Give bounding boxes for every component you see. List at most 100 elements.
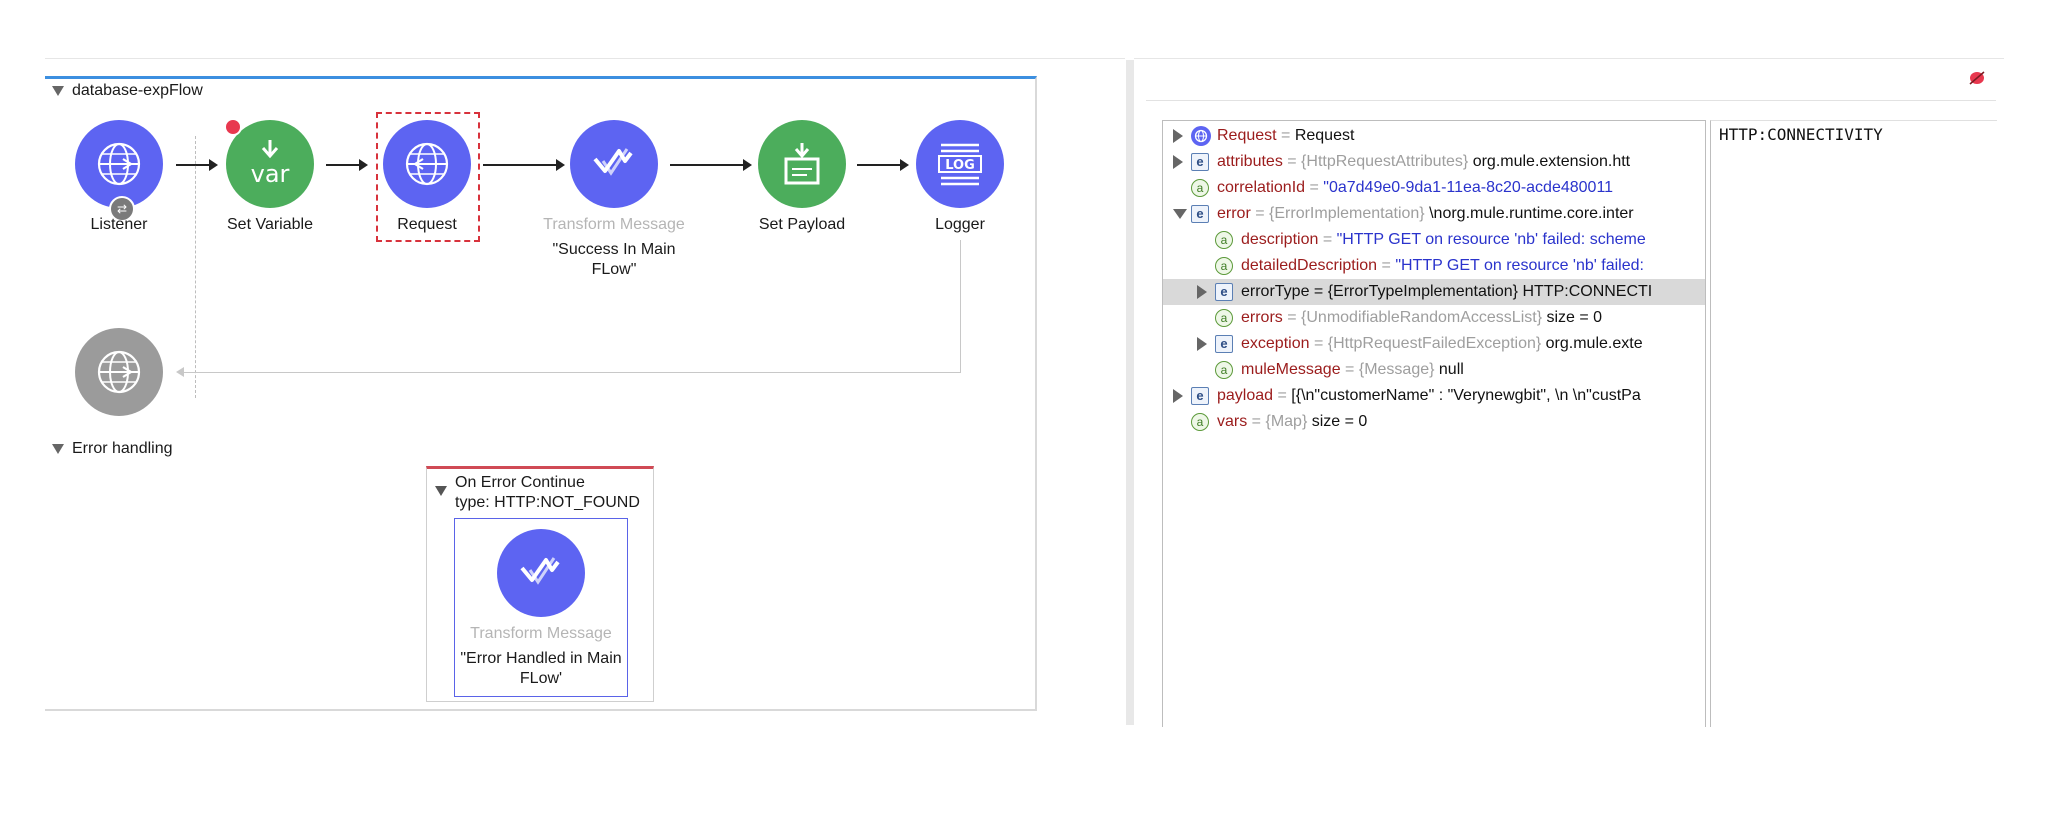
logger-node[interactable]: LOG [916,120,1004,208]
return-arrowhead-icon [176,367,184,377]
tree-row-errors[interactable]: a errors = {UnmodifiableRandomAccessList}… [1163,305,1705,331]
payload-icon [784,143,820,185]
listener-node[interactable] [75,120,163,208]
var-name: muleMessage [1241,361,1341,378]
var-name: correlationId [1217,179,1306,196]
transform-message-sublabel: "Success In Main FLow" [552,241,676,278]
transform-icon [520,557,560,585]
collapsed-triangle-icon[interactable] [1197,285,1207,299]
object-icon: e [1215,283,1233,301]
tree-row-correlationId[interactable]: a correlationId = "0a7d49e0-9da1-11ea-8c2… [1163,175,1705,201]
collapsed-triangle-icon[interactable] [1173,155,1183,169]
panel-divider[interactable] [1126,60,1134,725]
tree-row-vars[interactable]: a vars = {Map} size = 0 [1163,409,1705,435]
tree-row-text: errors = {UnmodifiableRandomAccessList} … [1241,305,1602,331]
request-label: Request [397,216,457,233]
detail-text: HTTP:CONNECTIVITY [1719,125,1883,144]
scope-title: On Error Continue [455,474,585,491]
attribute-icon: a [1191,179,1209,197]
var-icon: var [251,140,290,188]
var-value: Request [1294,127,1355,144]
tree-row-description[interactable]: a description = "HTTP GET on resource 'nb… [1163,227,1705,253]
collapse-triangle-icon[interactable] [52,85,64,96]
transform-icon [593,148,633,176]
return-line-vertical [960,240,961,372]
source-response-node[interactable] [75,328,163,416]
tree-row-text: attributes = {HttpRequestAttributes} org… [1217,149,1630,175]
var-name: errors [1241,309,1283,326]
scope-collapse[interactable] [435,482,455,500]
tree-row-text: errorType = {ErrorTypeImplementation} HT… [1241,279,1652,305]
var-value: null [1438,361,1464,378]
var-name: attributes [1217,153,1283,170]
var-name: error [1217,205,1251,222]
flow-title: database-expFlow [72,82,203,99]
set-payload-node[interactable] [758,120,846,208]
collapse-triangle-icon[interactable] [435,485,447,496]
var-value: [{\n"customerName" : "Verynewgbit", \n \… [1291,387,1641,404]
var-type: {UnmodifiableRandomAccessList} [1301,309,1547,326]
equals-sign: = [1247,413,1266,430]
attribute-icon: a [1215,309,1233,327]
set-payload-label: Set Payload [758,216,846,233]
attribute-icon: a [1215,361,1233,379]
error-transform-sublabel: "Error Handled in Main FLow' [460,650,622,687]
tree-row-muleMessage[interactable]: a muleMessage = {Message} null [1163,357,1705,383]
logger-label: Logger [935,216,985,233]
var-type: {ErrorImplementation} [1269,205,1430,222]
debugger-top-strip [1134,58,2004,59]
collapse-triangle-icon[interactable] [52,443,64,454]
return-line-horizontal [180,372,961,373]
object-icon: e [1191,387,1209,405]
var-text: var [251,160,290,188]
var-type: {HttpRequestAttributes} [1301,153,1473,170]
request-node[interactable] [383,120,471,208]
tree-row-attributes[interactable]: e attributes = {HttpRequestAttributes} or… [1163,149,1705,175]
log-text: LOG [945,158,975,173]
error-transform-node[interactable] [497,529,585,617]
tree-row-errorType[interactable]: e errorType = {ErrorTypeImplementation} H… [1163,279,1705,305]
breakpoint-icon[interactable] [224,118,242,136]
expanded-triangle-icon[interactable] [1173,209,1187,219]
variables-tree[interactable]: Request = Request e attributes = {HttpRequ… [1162,120,1706,727]
var-name: description [1241,231,1319,248]
var-name: exception [1241,335,1310,352]
collapsed-triangle-icon[interactable] [1173,129,1183,143]
attribute-icon: a [1191,413,1209,431]
skip-breakpoints-icon[interactable] [1968,70,1986,86]
error-transform-box[interactable]: Transform Message "Error Handled in Main… [454,518,628,697]
var-name: detailedDescription [1241,257,1378,274]
transform-message-node[interactable] [570,120,658,208]
attribute-icon: a [1215,231,1233,249]
equals-sign: = [1309,335,1328,352]
var-value: org.mule.extension.htt [1472,153,1631,170]
tree-row-text: Request = Request [1217,123,1354,149]
tree-row-text: description = "HTTP GET on resource 'nb'… [1241,227,1646,253]
tree-row-text: correlationId = "0a7d49e0-9da1-11ea-8c20… [1217,175,1613,201]
tree-row-detailedDescription[interactable]: a detailedDescription = "HTTP GET on reso… [1163,253,1705,279]
editor-top-strip [45,58,1125,59]
var-name: vars [1217,413,1248,430]
flow-arrow [857,159,909,171]
detail-pane[interactable]: HTTP:CONNECTIVITY [1710,120,1997,727]
tree-row-error[interactable]: e error = {ErrorImplementation} \norg.mul… [1163,201,1705,227]
scope-type: type: HTTP:NOT_FOUND [455,494,640,511]
flow-arrow [176,159,218,171]
error-handling-header[interactable]: Error handling [52,440,173,458]
equals-sign: = [1377,257,1396,274]
var-value: org.mule.exte [1545,335,1643,352]
collapsed-triangle-icon[interactable] [1197,337,1207,351]
equals-sign: = [1273,387,1292,404]
tree-row-Request[interactable]: Request = Request [1163,123,1705,149]
var-type: {Message} [1358,361,1439,378]
tree-row-payload[interactable]: e payload = [{\n"customerName" : "Verynew… [1163,383,1705,409]
on-error-continue-scope[interactable]: On Error Continue type: HTTP:NOT_FOUND T… [426,466,654,702]
var-value: \norg.mule.runtime.core.inter [1429,205,1634,222]
collapsed-triangle-icon[interactable] [1173,389,1183,403]
error-transform-label: Transform Message [470,625,612,642]
tree-row-text: vars = {Map} size = 0 [1217,409,1367,435]
tree-row-exception[interactable]: e exception = {HttpRequestFailedException… [1163,331,1705,357]
tree-row-text: muleMessage = {Message} null [1241,357,1464,383]
flow-header[interactable]: database-expFlow [52,82,203,100]
var-name: Request [1217,127,1277,144]
